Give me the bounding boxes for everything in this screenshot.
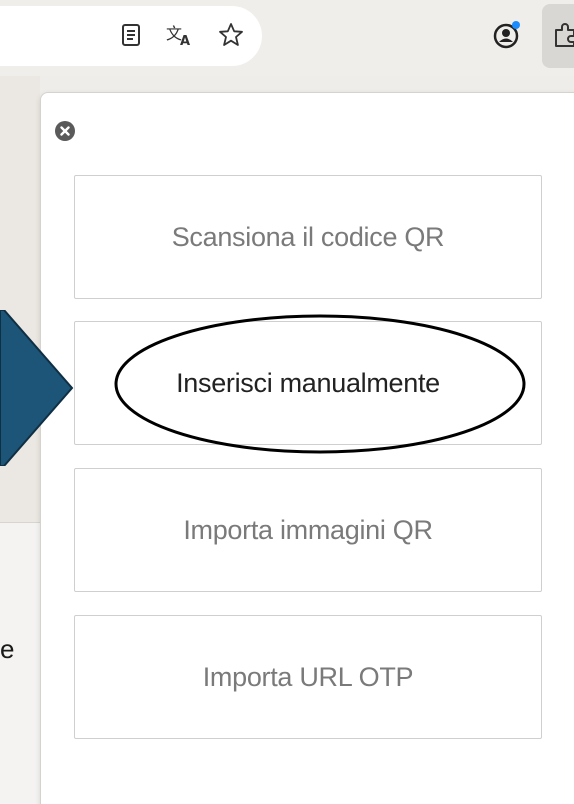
background-text-fragment: e [0,634,15,664]
translate-icon[interactable]: 文 A [166,22,192,49]
profile-icon[interactable] [492,20,522,50]
close-icon [60,126,70,136]
import-qr-images-button[interactable]: Importa immagini QR [74,468,542,592]
import-otp-url-button[interactable]: Importa URL OTP [74,615,542,739]
browser-toolbar: 文 A [0,0,574,76]
svg-text:A: A [180,34,190,48]
scan-qr-button[interactable]: Scansiona il codice QR [74,175,542,299]
annotation-circle [114,314,526,454]
extensions-icon [552,22,574,48]
reader-view-icon[interactable] [118,22,144,48]
annotation-arrow [0,310,74,466]
screenshot-stage: 文 A e Scansiona il codice QR Inserisci m… [0,0,574,804]
extensions-button[interactable] [542,4,574,68]
close-button[interactable] [55,121,75,141]
bookmark-star-icon[interactable] [218,22,244,48]
